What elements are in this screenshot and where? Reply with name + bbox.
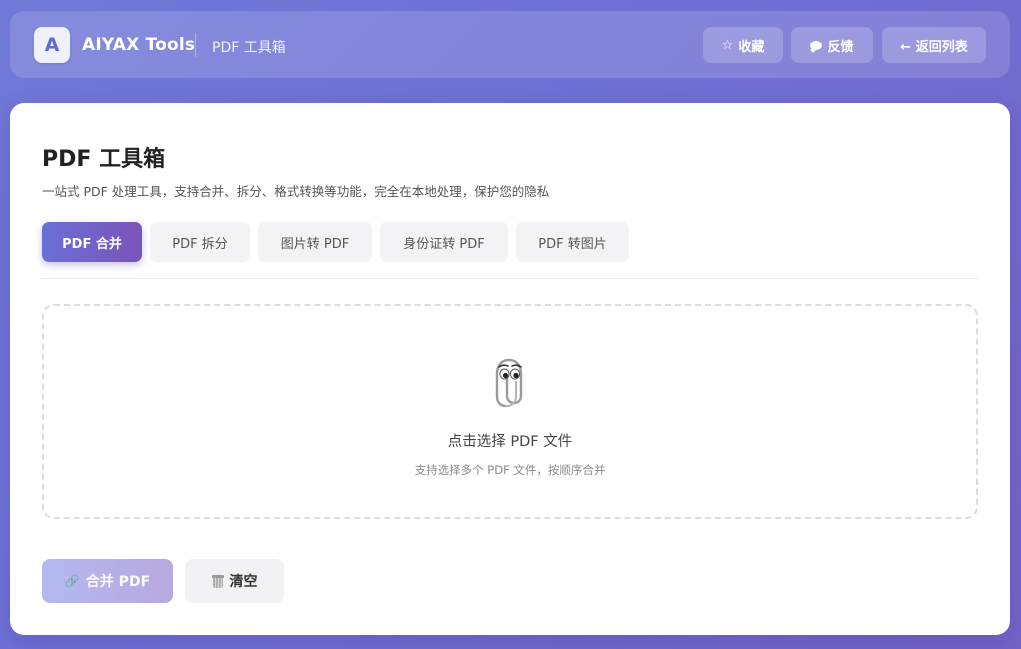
clear-button[interactable]: 清空	[185, 559, 284, 603]
header-divider	[195, 33, 196, 57]
tab-pdf-split[interactable]: PDF 拆分	[150, 222, 250, 262]
brand-name[interactable]: AIYAX Tools	[82, 35, 195, 55]
favorite-label: 收藏	[738, 39, 765, 55]
merge-pdf-button[interactable]: 🔗 合并 PDF	[42, 559, 173, 603]
link-icon: 🔗	[64, 574, 80, 588]
tab-pdf-merge[interactable]: PDF 合并	[42, 222, 142, 262]
speech-bubble-icon	[810, 40, 823, 50]
dropzone-title: 点击选择 PDF 文件	[447, 434, 573, 450]
page-description: 一站式 PDF 处理工具，支持合并、拆分、格式转换等功能，完全在本地处理，保护您…	[42, 184, 550, 199]
star-icon: ☆	[721, 37, 734, 53]
trash-icon	[211, 574, 224, 588]
feedback-button[interactable]: 反馈	[791, 27, 873, 63]
paperclip-icon	[495, 358, 523, 408]
logo-letter: A	[44, 34, 60, 56]
feedback-label: 反馈	[827, 39, 854, 55]
app-logo[interactable]: A	[34, 27, 70, 63]
dropzone-hint: 支持选择多个 PDF 文件，按顺序合并	[414, 463, 606, 477]
main-card: PDF 工具箱 一站式 PDF 处理工具，支持合并、拆分、格式转换等功能，完全在…	[10, 103, 1010, 635]
page-title: PDF 工具箱	[42, 147, 166, 172]
merge-pdf-label: 合并 PDF	[85, 574, 151, 590]
favorite-button[interactable]: ☆ 收藏	[703, 27, 783, 63]
clear-label: 清空	[229, 574, 258, 590]
tab-pdf-to-image[interactable]: PDF 转图片	[516, 222, 629, 262]
tab-id-card-to-pdf[interactable]: 身份证转 PDF	[380, 222, 508, 262]
header-subtitle: PDF 工具箱	[212, 40, 286, 56]
top-bar: A AIYAX Tools PDF 工具箱 ☆ 收藏 反馈 ← 返回列表	[10, 11, 1010, 78]
back-to-list-button[interactable]: ← 返回列表	[882, 27, 986, 63]
back-label: ← 返回列表	[900, 39, 968, 55]
tab-image-to-pdf[interactable]: 图片转 PDF	[258, 222, 372, 262]
file-dropzone[interactable]: 点击选择 PDF 文件 支持选择多个 PDF 文件，按顺序合并	[42, 304, 978, 519]
tabs-divider	[42, 278, 978, 279]
